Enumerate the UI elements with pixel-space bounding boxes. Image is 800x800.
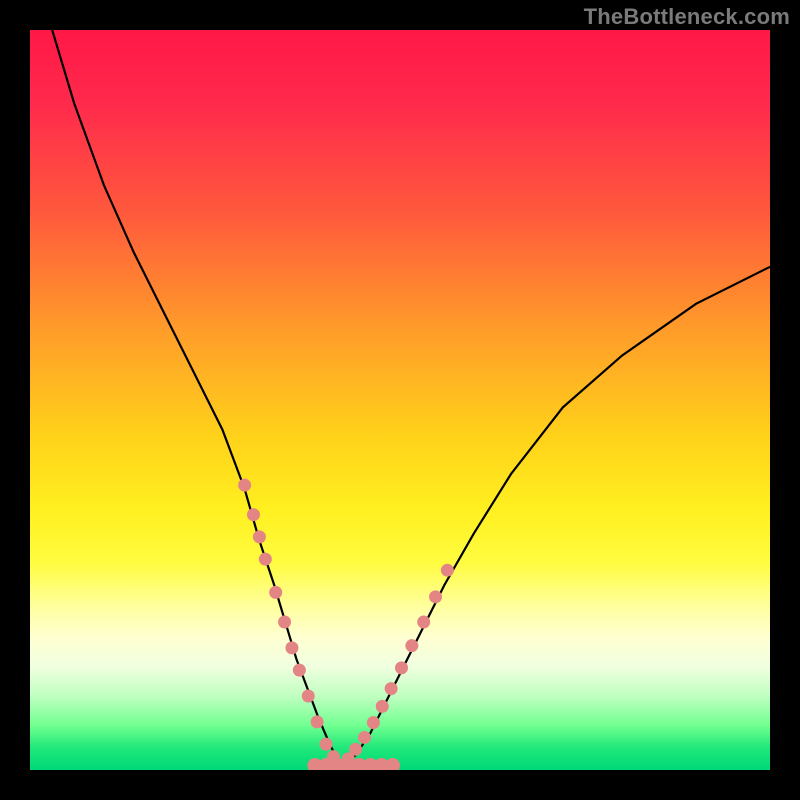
bead-marker: [238, 479, 251, 492]
bead-marker: [247, 508, 260, 521]
plot-gradient-area: [30, 30, 770, 770]
curve-right-branch: [341, 267, 770, 767]
bead-marker: [320, 738, 333, 751]
bead-marker: [405, 639, 418, 652]
watermark-text: TheBottleneck.com: [584, 4, 790, 30]
bead-marker: [385, 758, 400, 770]
bead-marker: [253, 530, 266, 543]
bead-marker: [349, 743, 362, 756]
bead-marker: [259, 553, 272, 566]
curve-layer: [30, 30, 770, 770]
bead-marker: [269, 586, 282, 599]
bead-marker: [293, 664, 306, 677]
bead-marker: [311, 715, 324, 728]
bead-marker: [302, 690, 315, 703]
bead-marker: [395, 661, 408, 674]
bead-marker: [367, 716, 380, 729]
bead-marker: [285, 641, 298, 654]
bead-marker: [441, 564, 454, 577]
curve-left-branch: [52, 30, 341, 766]
bead-marker: [385, 682, 398, 695]
bead-marker: [278, 616, 291, 629]
bead-marker: [429, 590, 442, 603]
bead-marker: [358, 731, 371, 744]
bead-marker: [376, 700, 389, 713]
bead-marker: [417, 616, 430, 629]
chart-stage: TheBottleneck.com: [0, 0, 800, 800]
bead-markers: [238, 479, 454, 770]
